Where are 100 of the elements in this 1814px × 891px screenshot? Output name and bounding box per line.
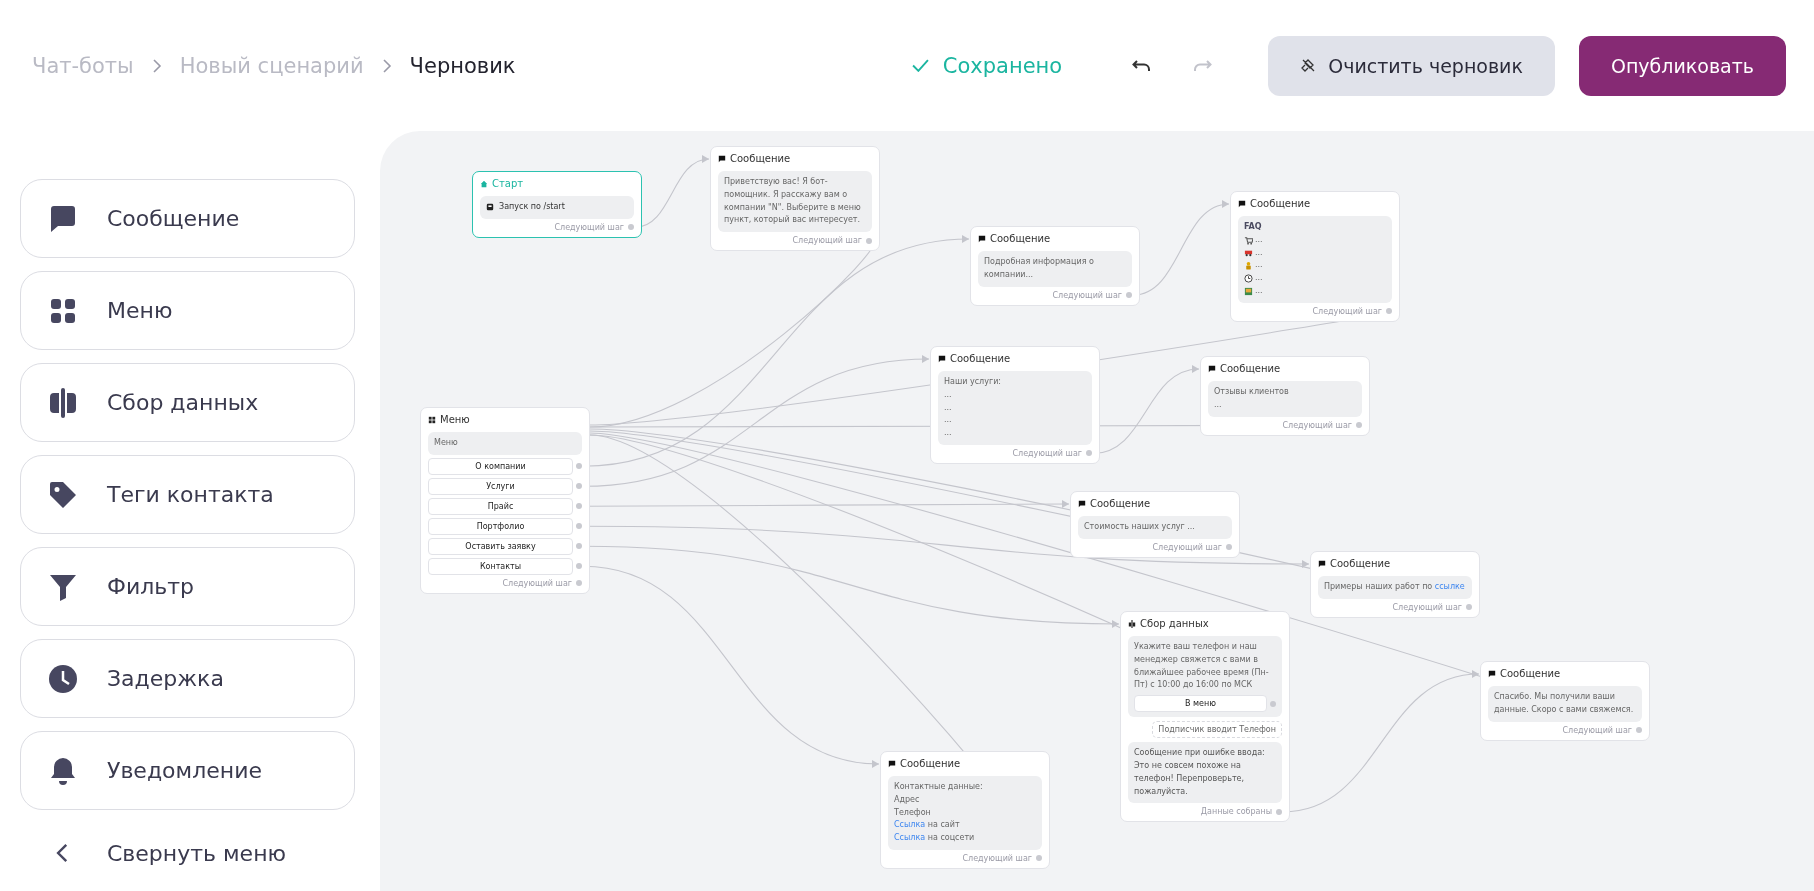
- flow-node[interactable]: Сообщение Приветствую вас! Я бот-помощник. Я расскажу вам о компании "N". Выберите в меню пункт, который вас интересует. Следующий шаг: [710, 146, 880, 252]
- output-port[interactable]: [576, 503, 582, 510]
- clear-draft-button[interactable]: Очистить черновик: [1268, 35, 1555, 96]
- next-step-label: Следующий шаг: [1012, 449, 1082, 458]
- output-port[interactable]: [1636, 727, 1642, 734]
- next-step-label: Следующий шаг: [1312, 306, 1382, 316]
- node-title: Сбор данных: [1140, 618, 1209, 629]
- output-port[interactable]: [576, 580, 582, 587]
- output-port[interactable]: [576, 523, 582, 530]
- publish-button[interactable]: Опубликовать: [1578, 35, 1786, 96]
- clock-icon: [1244, 274, 1253, 284]
- output-port[interactable]: [576, 483, 582, 490]
- message-icon: [888, 759, 896, 768]
- next-step-label: Следующий шаг: [1052, 290, 1122, 300]
- output-port[interactable]: [1356, 422, 1362, 429]
- flow-node[interactable]: Сообщение Отзывы клиентов ... Следующий шаг: [1200, 356, 1370, 436]
- check-icon: [911, 59, 929, 72]
- input-label: Подписчик вводит Телефон: [1152, 721, 1282, 739]
- flow-node[interactable]: Сообщение Спасибо. Мы получили ваши данные. Скоро с вами свяжемся. Следующий шаг: [1480, 661, 1650, 741]
- output-port[interactable]: [866, 237, 872, 244]
- output-port[interactable]: [1276, 808, 1282, 815]
- undo-icon[interactable]: [1132, 57, 1153, 74]
- chevron-icon: [151, 57, 162, 74]
- next-step-label: Следующий шаг: [502, 578, 572, 588]
- menu-button[interactable]: О компании: [428, 457, 573, 475]
- output-port[interactable]: [1036, 855, 1042, 862]
- figure-icon: [1244, 261, 1253, 271]
- menu-button[interactable]: Прайс: [428, 497, 573, 515]
- message-text: ...: [944, 427, 952, 440]
- message-text: ...: [1255, 285, 1263, 297]
- next-step-label: Следующий шаг: [1562, 725, 1632, 735]
- node-title: Сообщение: [1330, 558, 1391, 569]
- home-icon: [480, 179, 488, 188]
- sidebar-item[interactable]: Сообщение: [20, 179, 355, 258]
- flow-node[interactable]: [1120, 611, 1290, 823]
- message-text: Стоимость наших услуг ...: [1084, 521, 1195, 533]
- sidebar-item[interactable]: Фильтр: [20, 547, 355, 626]
- flow-node[interactable]: Сообщение Наши услуги: ... ... ... ... Следующий шаг: [930, 346, 1100, 464]
- save-status: Сохранено: [942, 53, 1063, 78]
- grid-icon: [428, 415, 436, 424]
- delay-icon: [47, 662, 79, 695]
- output-port[interactable]: [1226, 544, 1232, 551]
- output-port[interactable]: [1126, 292, 1132, 299]
- node-title: Сообщение: [900, 758, 961, 769]
- output-port[interactable]: [576, 463, 582, 470]
- menu-button[interactable]: В меню: [1134, 695, 1267, 713]
- question-text: Укажите ваш телефон и наш менеджер свяжется с вами в ближайшее рабочее время (Пн-Пт) с 10:00 до 16:00 по МСК: [1134, 642, 1269, 690]
- output-port[interactable]: [628, 224, 634, 231]
- message-text: Телефон: [894, 806, 931, 819]
- output-port[interactable]: [1466, 604, 1472, 611]
- output-port[interactable]: [1086, 450, 1092, 457]
- output-port[interactable]: [1386, 308, 1392, 315]
- message-text: Наши услуги:: [944, 376, 1002, 388]
- flow-node[interactable]: Сообщение Стоимость наших услуг ... Следующий шаг: [1070, 491, 1240, 558]
- output-port[interactable]: [1270, 700, 1276, 707]
- output-port[interactable]: [576, 543, 582, 550]
- next-step-label: Следующий шаг: [1392, 602, 1462, 612]
- node-title: Сообщение: [1090, 498, 1151, 509]
- cart-icon: [1244, 235, 1253, 245]
- car-icon: [1244, 248, 1253, 258]
- message-icon: [1318, 559, 1326, 568]
- sidebar-item[interactable]: Уведомление: [20, 731, 355, 810]
- message-icon: [1238, 199, 1246, 208]
- menu-button[interactable]: Портфолио: [428, 517, 573, 535]
- sidebar-item[interactable]: Меню: [20, 271, 355, 350]
- flow-node[interactable]: Сообщение Контактные данные: Адрес Телефон Ссылка на сайт Ссылка на соцсети Следующий шаг: [880, 751, 1050, 869]
- node-title: Сообщение: [1220, 363, 1281, 374]
- next-step-label: Следующий шаг: [554, 222, 624, 232]
- node-title: Сообщение: [990, 233, 1051, 244]
- output-port[interactable]: [576, 563, 582, 570]
- flow-node[interactable]: Сообщение FAQ ... ... ... ... ... Следующий шаг: [1230, 191, 1400, 322]
- message-icon: [1208, 364, 1216, 373]
- node-title: Сообщение: [1500, 668, 1561, 679]
- node-title: Сообщение: [1250, 198, 1311, 209]
- message-text: ...: [944, 388, 952, 401]
- message-icon: [978, 234, 986, 243]
- sidebar-item[interactable]: Теги контакта: [20, 455, 355, 534]
- message-icon: [1078, 499, 1086, 508]
- message-icon: [1488, 669, 1496, 678]
- flow-node[interactable]: Меню Меню О компании Услуги Прайс Портфолио Оставить заявку Контакты Следующий шаг: [420, 407, 590, 594]
- flow-node[interactable]: Сообщение Подробная информация о компании... Следующий шаг: [970, 226, 1140, 306]
- message-icon: [718, 154, 726, 163]
- sidebar-item[interactable]: Задержка: [20, 639, 355, 718]
- message-text: FAQ: [1244, 221, 1262, 233]
- collapse-menu-button[interactable]: Свернуть меню: [20, 823, 355, 883]
- sidebar-item[interactable]: Сбор данных: [20, 363, 355, 442]
- menu-text: Меню: [428, 432, 582, 455]
- next-step-label: Следующий шаг: [792, 236, 862, 246]
- menu-button[interactable]: Оставить заявку: [428, 537, 573, 555]
- node-title: Старт: [492, 178, 524, 189]
- breadcrumb-link[interactable]: Черновик: [409, 53, 516, 78]
- flow-node[interactable]: Старт Запуск по /start Следующий шаг: [472, 171, 642, 238]
- menu-button[interactable]: Услуги: [428, 477, 573, 495]
- node-title: Меню: [440, 414, 470, 425]
- message-text: Ссылка на сайт: [894, 819, 960, 832]
- message-text: Ссылка на соцсети: [894, 832, 975, 845]
- message-text: ...: [944, 401, 952, 414]
- menu-button[interactable]: Контакты: [428, 557, 573, 575]
- flow-node[interactable]: Сообщение Примеры наших работ по ссылке Следующий шаг: [1310, 551, 1480, 618]
- next-step-label: Данные собраны: [1200, 807, 1272, 817]
